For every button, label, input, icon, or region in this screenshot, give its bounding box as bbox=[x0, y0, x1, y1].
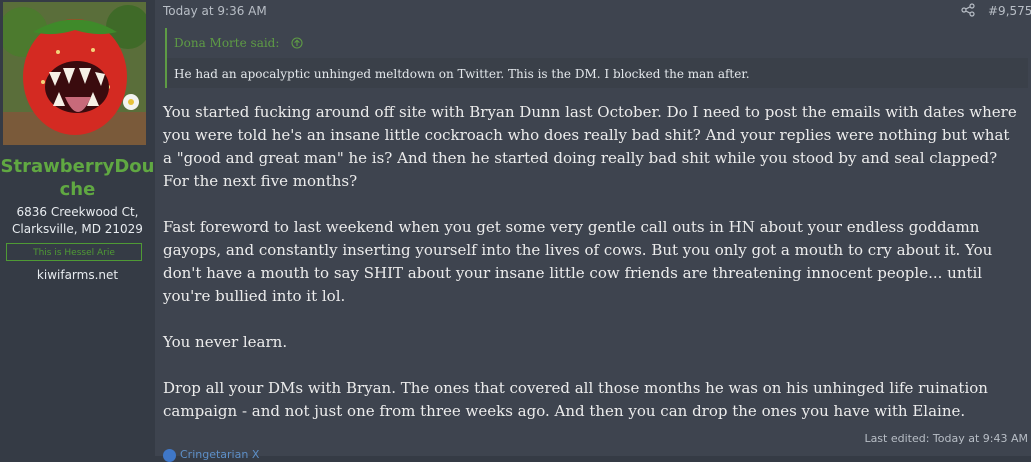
username-link[interactable]: StrawberryDou che bbox=[0, 155, 155, 201]
last-edited: Last edited: Today at 9:43 AM bbox=[864, 432, 1028, 445]
quote-block: Dona Morte said: He had an apocalyptic u… bbox=[165, 28, 1028, 88]
quote-jump-icon[interactable] bbox=[291, 37, 303, 49]
user-title-address-2: Clarksville, MD 21029 bbox=[12, 222, 143, 236]
post-paragraph-4: Drop all your DMs with Bryan. The ones t… bbox=[163, 379, 988, 420]
user-site: kiwifarms.net bbox=[36, 268, 119, 282]
user-avatar[interactable] bbox=[3, 2, 146, 145]
username-line-2: che bbox=[59, 179, 96, 200]
post-paragraph-3: You never learn. bbox=[163, 333, 288, 351]
reaction-icon bbox=[163, 448, 176, 462]
user-banner: This is Hessel Arie bbox=[6, 243, 142, 261]
post-timestamp[interactable]: Today at 9:36 AM bbox=[163, 4, 267, 18]
post-body: Today at 9:36 AM #9,575 Dona Morte said:… bbox=[155, 0, 1031, 462]
reaction-label: Cringetarian X bbox=[180, 448, 260, 461]
post-number-link[interactable]: #9,575 bbox=[988, 4, 1031, 18]
share-icon[interactable] bbox=[961, 3, 975, 17]
post-paragraph-1: You started fucking around off site with… bbox=[163, 103, 1017, 190]
post-message: You started fucking around off site with… bbox=[163, 101, 1023, 446]
user-title-address-1: 6836 Creekwood Ct, bbox=[16, 205, 139, 219]
quote-header: Dona Morte said: bbox=[167, 28, 1028, 58]
quote-text: He had an apocalyptic unhinged meltdown … bbox=[174, 67, 750, 81]
reaction-bar[interactable]: Cringetarian X bbox=[163, 448, 259, 462]
username-line-1: StrawberryDou bbox=[0, 156, 155, 177]
user-sidebar: StrawberryDou che 6836 Creekwood Ct, Cla… bbox=[0, 0, 155, 456]
post-paragraph-2: Fast foreword to last weekend when you g… bbox=[163, 218, 993, 305]
strawberry-avatar-image bbox=[3, 2, 146, 145]
quote-author[interactable]: Dona Morte said: bbox=[174, 36, 279, 50]
